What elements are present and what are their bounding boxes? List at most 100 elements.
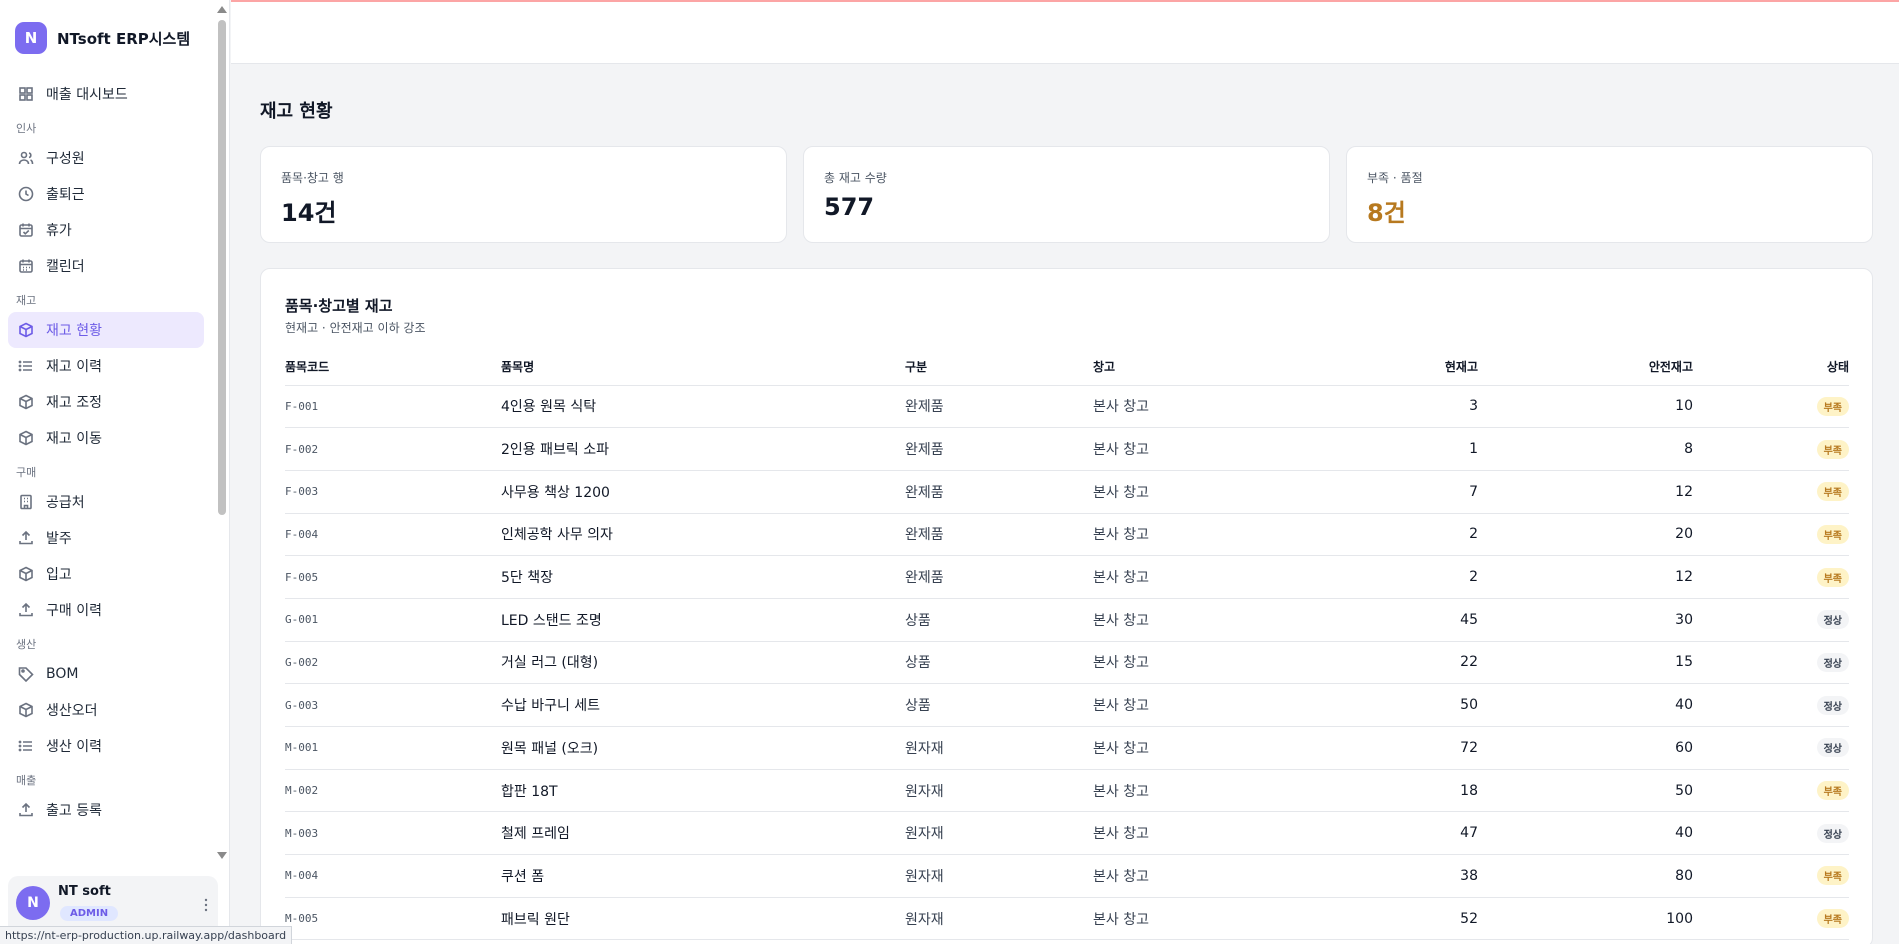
cell-current-stock: 50 (1268, 683, 1478, 727)
table-row[interactable]: M-005 패브릭 원단 원자재 본사 창고 52 100 부족 (285, 897, 1849, 941)
cell-status: 부족 (1693, 897, 1849, 941)
status-badge: 부족 (1816, 524, 1849, 544)
cell-safety-stock: 30 (1478, 598, 1693, 642)
sidebar-item-label: 출퇴근 (46, 187, 85, 203)
status-badge: 부족 (1816, 866, 1849, 886)
cell-category: 원자재 (905, 769, 1093, 813)
table-row[interactable]: F-001 4인용 원목 식탁 완제품 본사 창고 3 10 부족 (285, 385, 1849, 429)
table-row[interactable]: M-001 원목 패널 (오크) 원자재 본사 창고 72 60 정상 (285, 726, 1849, 770)
sidebar-item-1-2[interactable]: 재고 조정 (8, 384, 204, 420)
cell-item-code: M-001 (285, 726, 501, 770)
sidebar-item-label: 재고 조정 (46, 395, 102, 411)
brand-logo: N (15, 22, 47, 54)
cell-item-code: G-001 (285, 598, 501, 642)
cell-category: 완제품 (905, 513, 1093, 557)
cell-item-name: 인체공학 사무 의자 (501, 513, 905, 557)
sidebar-item-2-1[interactable]: 발주 (8, 520, 204, 556)
role-badge: ADMIN (60, 906, 119, 921)
header-status[interactable]: 상태 (1693, 349, 1849, 386)
sidebar-item-label: 출고 등록 (46, 803, 102, 819)
sidebar-item-3-0[interactable]: BOM (8, 656, 204, 692)
status-badge: 정상 (1816, 695, 1849, 715)
header-safety-stock[interactable]: 안전재고 (1478, 349, 1693, 386)
sidebar-item-3-1[interactable]: 생산오더 (8, 692, 204, 728)
cell-current-stock: 18 (1268, 769, 1478, 813)
cell-item-name: LED 스탠드 조명 (501, 598, 905, 642)
cell-warehouse: 본사 창고 (1093, 769, 1268, 813)
scroll-thumb[interactable] (218, 20, 226, 515)
sidebar-item-label: 매출 대시보드 (46, 87, 128, 103)
table-row[interactable]: F-002 2인용 패브릭 소파 완제품 본사 창고 1 8 부족 (285, 427, 1849, 471)
brand-name: NTsoft ERP시스템 (57, 29, 191, 48)
cell-category: 상품 (905, 641, 1093, 685)
cell-category: 원자재 (905, 854, 1093, 898)
sidebar-item-0-3[interactable]: 캘린더 (8, 248, 204, 284)
header-item-code[interactable]: 품목코드 (285, 349, 501, 386)
sidebar-item-label: 생산오더 (46, 703, 98, 719)
cell-safety-stock: 15 (1478, 641, 1693, 685)
sidebar-item-1-0[interactable]: 재고 현황 (8, 312, 204, 348)
cell-status: 부족 (1693, 385, 1849, 429)
cell-status: 부족 (1693, 427, 1849, 471)
sidebar-item-0-0[interactable]: 구성원 (8, 140, 204, 176)
sidebar-item-label: BOM (46, 666, 79, 682)
cell-safety-stock: 100 (1478, 897, 1693, 941)
sidebar-item-3-2[interactable]: 생산 이력 (8, 728, 204, 764)
sidebar-item-2-0[interactable]: 공급처 (8, 484, 204, 520)
cell-status: 정상 (1693, 598, 1849, 642)
header-warehouse[interactable]: 창고 (1093, 349, 1268, 386)
table-row[interactable]: F-003 사무용 책상 1200 완제품 본사 창고 7 12 부족 (285, 470, 1849, 514)
header-current-stock[interactable]: 현재고 (1268, 349, 1478, 386)
header-category[interactable]: 구분 (905, 349, 1093, 386)
table-row[interactable]: F-005 5단 책장 완제품 본사 창고 2 12 부족 (285, 555, 1849, 599)
top-bar (231, 0, 1899, 64)
brand[interactable]: N NTsoft ERP시스템 (15, 22, 190, 54)
cell-safety-stock: 20 (1478, 513, 1693, 557)
cell-item-code: M-002 (285, 769, 501, 813)
cell-current-stock: 72 (1268, 726, 1478, 770)
status-badge: 부족 (1816, 396, 1849, 416)
table-row[interactable]: F-004 인체공학 사무 의자 완제품 본사 창고 2 20 부족 (285, 513, 1849, 557)
calendar-check-icon (19, 223, 33, 237)
status-badge: 정상 (1816, 652, 1849, 672)
sidebar-item-label: 휴가 (46, 223, 72, 239)
cell-item-code: F-002 (285, 427, 501, 471)
cell-category: 완제품 (905, 555, 1093, 599)
cell-item-code: F-001 (285, 385, 501, 429)
header-item-name[interactable]: 품목명 (501, 349, 905, 386)
sidebar-section-title: 재고 (16, 294, 37, 307)
table-row[interactable]: G-001 LED 스탠드 조명 상품 본사 창고 45 30 정상 (285, 598, 1849, 642)
sidebar-item-1-3[interactable]: 재고 이동 (8, 420, 204, 456)
sidebar-item-2-2[interactable]: 입고 (8, 556, 204, 592)
sidebar-item-0-1[interactable]: 출퇴근 (8, 176, 204, 212)
table-row[interactable]: G-002 거실 러그 (대형) 상품 본사 창고 22 15 정상 (285, 641, 1849, 685)
scroll-down-arrow-icon[interactable] (217, 852, 227, 859)
table-row[interactable]: G-003 수납 바구니 세트 상품 본사 창고 50 40 정상 (285, 683, 1849, 727)
sidebar-item-2-3[interactable]: 구매 이력 (8, 592, 204, 628)
cell-item-name: 철제 프레임 (501, 811, 905, 856)
sidebar-item-0-2[interactable]: 휴가 (8, 212, 204, 248)
status-badge: 정상 (1816, 823, 1849, 843)
sidebar-item-4-0[interactable]: 출고 등록 (8, 792, 204, 828)
table-row[interactable]: M-004 쿠션 폼 원자재 본사 창고 38 80 부족 (285, 854, 1849, 898)
users-icon (18, 151, 34, 165)
sidebar-item-1-1[interactable]: 재고 이력 (8, 348, 204, 384)
sidebar-nav: 매출 대시보드 인사 구성원 출퇴근 휴가 캘린더 재고 재고 현황 재고 이력 재고 조정 재고 … (8, 76, 204, 828)
status-badge: 정상 (1816, 738, 1849, 758)
more-vertical-icon[interactable] (204, 898, 208, 912)
sidebar-item-label: 재고 현황 (46, 323, 102, 339)
stat-card-rows: 품목·창고 행 14건 (260, 146, 787, 243)
scroll-up-arrow-icon[interactable] (217, 6, 227, 13)
table-row[interactable]: M-002 합판 18T 원자재 본사 창고 18 50 부족 (285, 769, 1849, 813)
cell-warehouse: 본사 창고 (1093, 854, 1268, 898)
sidebar-scrollbar[interactable] (214, 0, 230, 870)
stat-card-shortage: 부족 · 품절 8건 (1346, 146, 1873, 243)
cell-current-stock: 38 (1268, 854, 1478, 898)
table-row[interactable]: M-003 철제 프레임 원자재 본사 창고 47 40 정상 (285, 811, 1849, 856)
cell-status: 정상 (1693, 811, 1849, 856)
sidebar-item-dashboard[interactable]: 매출 대시보드 (8, 76, 204, 112)
cell-category: 완제품 (905, 427, 1093, 471)
box-icon (19, 566, 33, 582)
sidebar-item-label: 캘린더 (46, 259, 85, 275)
cell-item-name: 2인용 패브릭 소파 (501, 427, 905, 471)
